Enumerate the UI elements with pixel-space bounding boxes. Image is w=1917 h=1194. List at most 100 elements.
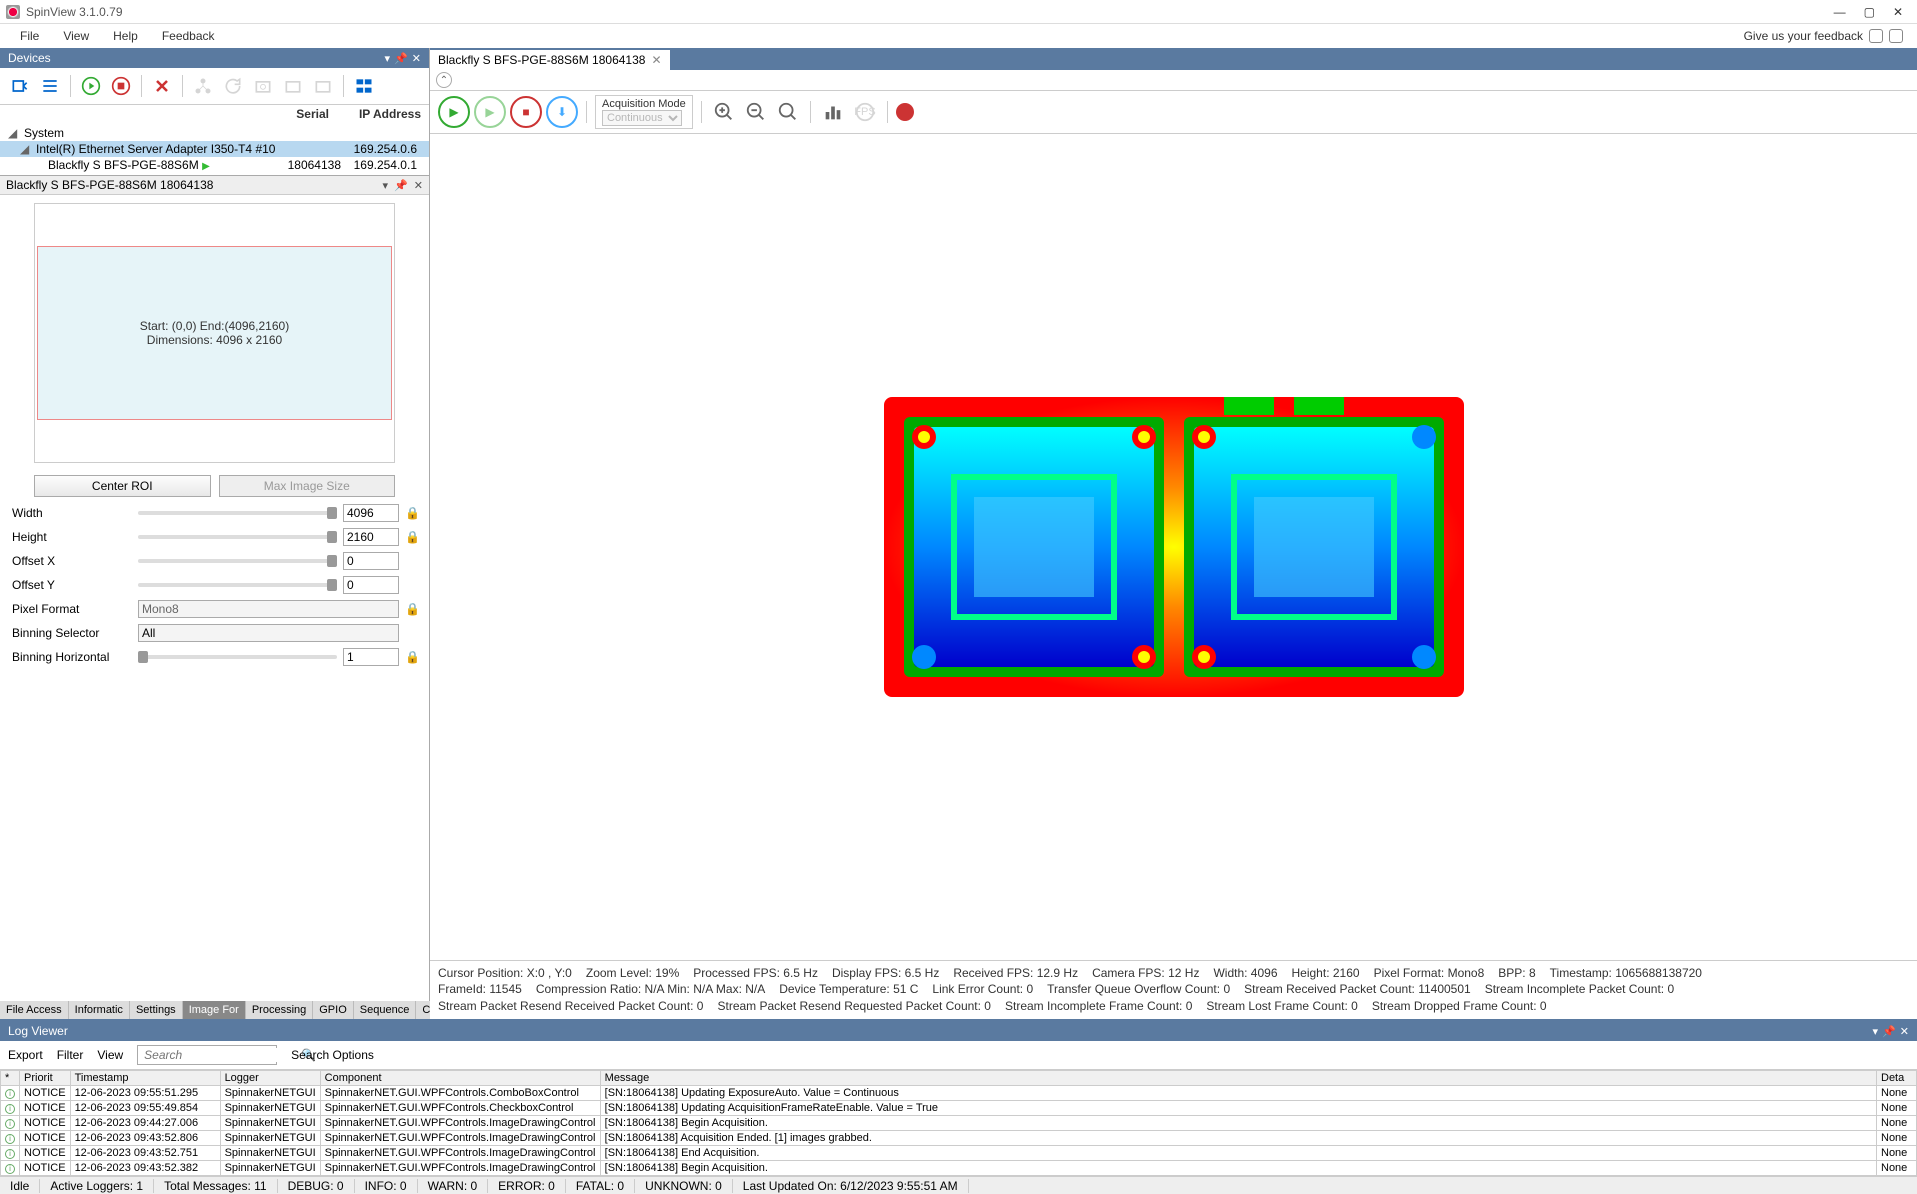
thumbs-down-icon[interactable]	[1889, 29, 1903, 43]
offsetx-slider[interactable]	[138, 559, 337, 563]
log-filter[interactable]: Filter	[57, 1048, 84, 1062]
prop-tab[interactable]: Settings	[130, 1001, 183, 1019]
image-viewport[interactable]	[430, 134, 1917, 960]
expand-icon[interactable]: ◢	[20, 142, 32, 156]
zoom-out-icon[interactable]	[742, 98, 770, 126]
devices-title: Devices	[8, 51, 51, 65]
log-search[interactable]: 🔍	[137, 1045, 277, 1065]
max-image-button[interactable]: Max Image Size	[219, 475, 396, 497]
panel-pin-icon[interactable]: 📌	[394, 179, 408, 192]
panel-pin-icon[interactable]: 📌	[394, 52, 408, 65]
height-slider[interactable]	[138, 535, 337, 539]
log-row[interactable]: iNOTICE12-06-2023 09:43:52.751SpinnakerN…	[1, 1146, 1917, 1161]
devices-header: Devices ▾ 📌 ✕	[0, 48, 429, 68]
pixfmt-select[interactable]: Mono8	[138, 600, 399, 618]
panel-dropdown-icon[interactable]: ▾	[1873, 1025, 1879, 1038]
acq-play-single-button[interactable]: ▶	[474, 96, 506, 128]
refresh-button[interactable]	[219, 72, 247, 100]
collapse-up-icon[interactable]: ⌃	[436, 72, 452, 88]
status-loggers: Active Loggers: 1	[40, 1179, 154, 1193]
tree-camera[interactable]: Blackfly S BFS-PGE-88S6M ▶ 18064138 169.…	[0, 157, 429, 173]
panel-pin-icon[interactable]: 📌	[1882, 1025, 1896, 1038]
close-button[interactable]: ✕	[1893, 5, 1903, 19]
zoom-in-icon[interactable]	[710, 98, 738, 126]
lock-icon[interactable]: 🔒	[405, 506, 417, 520]
fps-icon[interactable]: FPS	[851, 98, 879, 126]
log-search-options[interactable]: Search Options	[291, 1048, 374, 1062]
document-tab-label: Blackfly S BFS-PGE-88S6M 18064138	[438, 53, 645, 67]
menu-feedback[interactable]: Feedback	[150, 27, 227, 45]
prop-tab[interactable]: File Access	[0, 1001, 69, 1019]
record-icon[interactable]	[896, 103, 914, 121]
menu-view[interactable]: View	[51, 27, 101, 45]
minimize-button[interactable]: —	[1834, 5, 1846, 19]
menu-help[interactable]: Help	[101, 27, 150, 45]
offsety-input[interactable]	[343, 576, 399, 594]
center-roi-button[interactable]: Center ROI	[34, 475, 211, 497]
col-logger[interactable]: Logger	[220, 1071, 320, 1086]
col-message[interactable]: Message	[600, 1071, 1876, 1086]
binh-slider[interactable]	[138, 655, 337, 659]
col-component[interactable]: Component	[320, 1071, 600, 1086]
stop-button[interactable]	[107, 72, 135, 100]
delete-button[interactable]	[148, 72, 176, 100]
panel-dropdown-icon[interactable]: ▾	[383, 179, 389, 192]
prop-tab[interactable]: GPIO	[313, 1001, 354, 1019]
play-button[interactable]	[77, 72, 105, 100]
acq-play-button[interactable]: ▶	[438, 96, 470, 128]
expand-icon[interactable]: ◢	[8, 126, 20, 140]
menu-file[interactable]: File	[8, 27, 51, 45]
panel-close-icon[interactable]: ✕	[414, 179, 423, 192]
close-tab-icon[interactable]: ✕	[651, 53, 661, 67]
list-button[interactable]	[36, 72, 64, 100]
log-view[interactable]: View	[97, 1048, 123, 1062]
tree-system[interactable]: ◢ System	[0, 125, 429, 141]
maximize-button[interactable]: ▢	[1864, 5, 1875, 19]
lock-icon[interactable]: 🔒	[405, 602, 417, 616]
width-input[interactable]	[343, 504, 399, 522]
histogram-icon[interactable]	[819, 98, 847, 126]
col-priority[interactable]: Priorit	[20, 1071, 71, 1086]
prop-tab[interactable]: Processing	[246, 1001, 313, 1019]
network-button[interactable]	[189, 72, 217, 100]
prop-tab[interactable]: Sequence	[354, 1001, 417, 1019]
log-row[interactable]: iNOTICE12-06-2023 09:43:52.806SpinnakerN…	[1, 1131, 1917, 1146]
snapshot-button[interactable]	[249, 72, 277, 100]
document-tab[interactable]: Blackfly S BFS-PGE-88S6M 18064138 ✕	[430, 50, 670, 70]
col-timestamp[interactable]: Timestamp	[70, 1071, 220, 1086]
panel-close-icon[interactable]: ✕	[1900, 1025, 1909, 1038]
roi-preview[interactable]: Start: (0,0) End:(4096,2160) Dimensions:…	[34, 203, 395, 463]
snapshot2-button[interactable]	[279, 72, 307, 100]
zoom-fit-icon[interactable]	[774, 98, 802, 126]
log-row[interactable]: iNOTICE12-06-2023 09:43:52.382SpinnakerN…	[1, 1161, 1917, 1176]
log-row[interactable]: iNOTICE12-06-2023 09:55:49.854SpinnakerN…	[1, 1101, 1917, 1116]
layout-button[interactable]	[350, 72, 378, 100]
log-row[interactable]: iNOTICE12-06-2023 09:44:27.006SpinnakerN…	[1, 1116, 1917, 1131]
lock-icon[interactable]: 🔒	[405, 650, 417, 664]
save-button[interactable]: ⬇	[546, 96, 578, 128]
snapshot3-button[interactable]	[309, 72, 337, 100]
prop-tab[interactable]: Informatic	[69, 1001, 130, 1019]
col-details[interactable]: Deta	[1877, 1071, 1917, 1086]
col-icon[interactable]: *	[1, 1071, 20, 1086]
tree-adapter[interactable]: ◢ Intel(R) Ethernet Server Adapter I350-…	[0, 141, 429, 157]
log-row[interactable]: iNOTICE12-06-2023 09:55:51.295SpinnakerN…	[1, 1086, 1917, 1101]
prop-tab[interactable]: Image For	[183, 1001, 246, 1019]
feedback-link[interactable]: Give us your feedback	[1744, 29, 1863, 43]
binh-input[interactable]	[343, 648, 399, 666]
binsel-select[interactable]: All	[138, 624, 399, 642]
width-slider[interactable]	[138, 511, 337, 515]
offsety-slider[interactable]	[138, 583, 337, 587]
offsetx-input[interactable]	[343, 552, 399, 570]
properties-header: Blackfly S BFS-PGE-88S6M 18064138 ▾ 📌 ✕	[0, 176, 429, 195]
thumbs-up-icon[interactable]	[1869, 29, 1883, 43]
panel-close-icon[interactable]: ✕	[412, 52, 421, 65]
lock-icon[interactable]: 🔒	[405, 530, 417, 544]
connect-button[interactable]	[6, 72, 34, 100]
acquisition-mode-select[interactable]: Continuous	[602, 110, 682, 126]
height-input[interactable]	[343, 528, 399, 546]
acq-stop-button[interactable]: ■	[510, 96, 542, 128]
panel-dropdown-icon[interactable]: ▾	[385, 52, 391, 65]
log-export[interactable]: Export	[8, 1048, 43, 1062]
log-search-input[interactable]	[144, 1048, 301, 1062]
